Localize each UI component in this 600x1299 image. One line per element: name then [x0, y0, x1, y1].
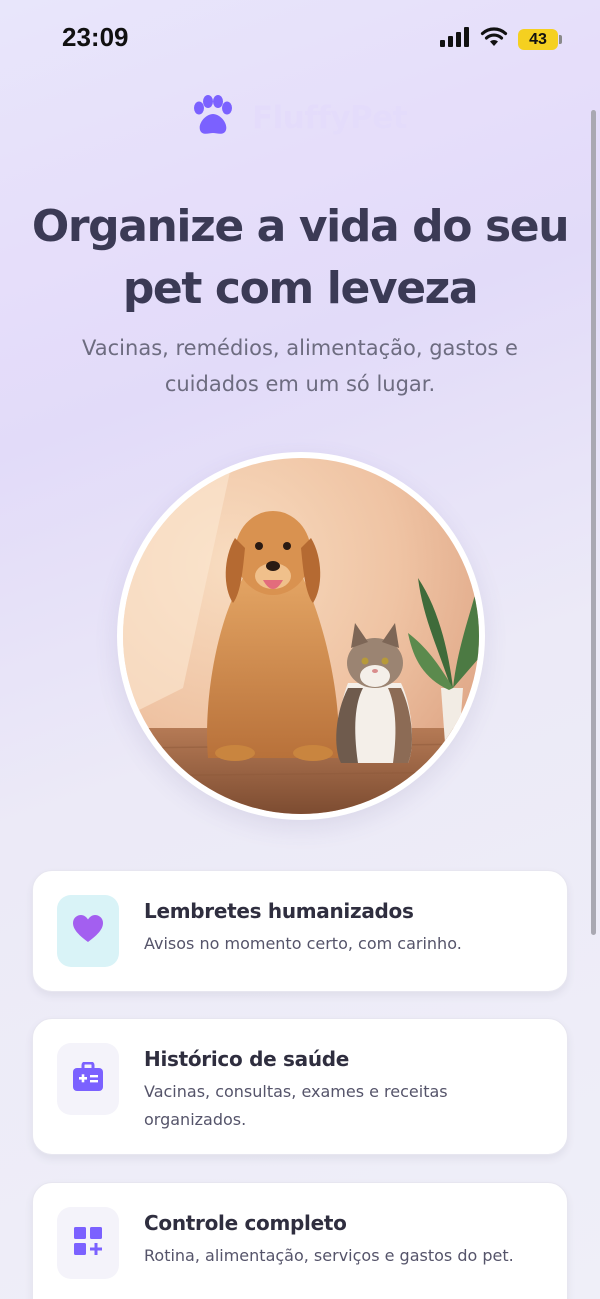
feature-title: Histórico de saúde	[144, 1047, 350, 1071]
hero-pets-image	[117, 452, 485, 820]
app-logo: FluffyPet	[190, 95, 408, 141]
page-subtitle: Vacinas, remédios, alimentação, gastos e…	[82, 336, 518, 396]
feature-card-health-history[interactable]: Histórico de saúde Vacinas, consultas, e…	[32, 1018, 568, 1155]
feature-description: Rotina, alimentação, serviços e gastos d…	[144, 1246, 514, 1265]
heart-icon	[72, 914, 104, 948]
feature-title: Controle completo	[144, 1211, 347, 1235]
status-bar: 23:09 43	[0, 0, 600, 80]
medical-kit-icon	[72, 1061, 104, 1096]
feature-card-full-control[interactable]: Controle completo Rotina, alimentação, s…	[32, 1182, 568, 1299]
scrollbar[interactable]	[591, 110, 596, 935]
status-time: 23:09	[62, 22, 129, 52]
status-icons: 43	[440, 27, 562, 51]
feature-description: Avisos no momento certo, com carinho.	[144, 934, 462, 953]
battery-indicator: 43	[518, 28, 562, 50]
cellular-signal-icon	[440, 27, 470, 51]
feature-title: Lembretes humanizados	[144, 899, 414, 923]
feature-description: Vacinas, consultas, exames e receitas or…	[144, 1082, 448, 1129]
grid-plus-icon	[73, 1226, 103, 1260]
feature-card-reminders[interactable]: Lembretes humanizados Avisos no momento …	[32, 870, 568, 992]
app-name: FluffyPet	[252, 100, 408, 136]
page-title: Organize a vida do seu pet com leveza	[0, 196, 600, 320]
feature-icon-container	[57, 1043, 119, 1115]
page-title-line-2: pet com leveza	[122, 263, 479, 314]
wifi-icon	[480, 27, 508, 51]
feature-icon-container	[57, 1207, 119, 1279]
page-title-line-1: Organize a vida do seu	[31, 201, 570, 252]
paw-icon	[190, 95, 234, 141]
feature-icon-container	[57, 895, 119, 967]
